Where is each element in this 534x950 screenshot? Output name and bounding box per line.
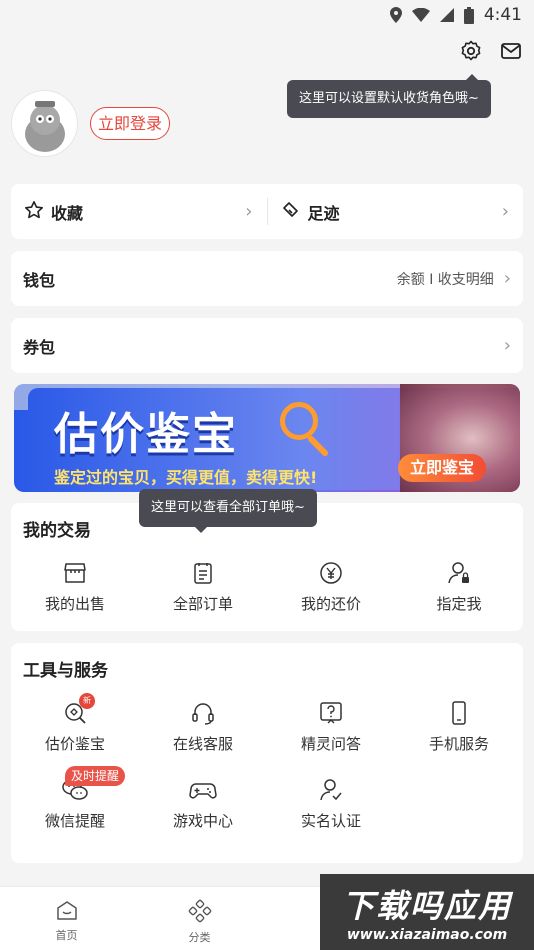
wallet-row[interactable]: 钱包 余额 I 收支明细 ›: [11, 251, 523, 306]
login-button[interactable]: 立即登录: [90, 107, 171, 140]
banner-cta-button[interactable]: 立即鉴宝: [398, 454, 487, 482]
tool-item-phone[interactable]: 手机服务: [395, 699, 523, 754]
section-title: 工具与服务: [23, 661, 108, 681]
category-icon: [188, 899, 212, 926]
quick-links-card: 收藏 › 足迹 ›: [11, 184, 523, 239]
home-icon: [55, 899, 79, 924]
gamepad-icon: [189, 776, 217, 804]
trade-item-counteroffer[interactable]: 我的还价: [267, 559, 395, 614]
footprint-entry[interactable]: 足迹 ›: [268, 184, 524, 239]
chevron-right-icon: ›: [245, 201, 253, 222]
trade-item-label: 我的还价: [300, 595, 361, 613]
wallet-title: 钱包: [23, 270, 56, 290]
orders-tooltip: 这里可以查看全部订单哦~: [139, 489, 317, 533]
trade-item-label: 全部订单: [172, 595, 233, 613]
tab-label: 首页: [55, 929, 78, 942]
star-icon: [24, 200, 44, 224]
tool-item-label: 微信提醒: [44, 812, 105, 830]
chevron-right-icon: ›: [501, 201, 509, 222]
reminder-tag: 及时提醒: [65, 766, 126, 786]
favorites-entry[interactable]: 收藏 ›: [11, 184, 267, 239]
tool-item-verify[interactable]: 实名认证: [267, 776, 395, 831]
watermark-title: 下载吗应用: [341, 887, 512, 925]
tool-item-appraise[interactable]: 新 估价鉴宝: [11, 693, 139, 754]
mail-icon[interactable]: [500, 40, 522, 62]
tab-home[interactable]: 首页: [0, 887, 133, 950]
footprint-icon: [281, 200, 301, 224]
trade-item-designated[interactable]: 指定我: [395, 559, 523, 614]
appraise-banner[interactable]: 估价鉴宝 鉴定过的宝贝，买得更值，卖得更快! 立即鉴宝: [14, 384, 520, 492]
top-actions: [460, 40, 522, 62]
chevron-right-icon: ›: [503, 268, 511, 289]
tool-item-wechat[interactable]: 及时提醒 微信提醒: [11, 766, 139, 831]
tool-item-support[interactable]: 在线客服: [139, 699, 267, 754]
wallet-detail: 余额 I 收支明细: [396, 271, 494, 288]
banner-title: 估价鉴宝: [54, 409, 238, 460]
user-lock-icon: [445, 559, 473, 587]
tool-item-qa[interactable]: 精灵问答: [267, 699, 395, 754]
watermark-url: www.xiazaimao.com: [346, 927, 508, 943]
site-watermark: 下载吗应用 www.xiazaimao.com: [320, 874, 534, 950]
yen-coin-icon: [317, 559, 345, 587]
tool-item-label: 手机服务: [428, 735, 489, 753]
settings-gear-icon[interactable]: [460, 40, 482, 62]
question-icon: [317, 699, 345, 727]
banner-subtitle: 鉴定过的宝贝，买得更值，卖得更快!: [54, 468, 318, 487]
tools-services-section: 工具与服务 新 估价鉴宝 在线客服 精灵问答 手机服务 及时提醒 微信提醒 游戏…: [11, 643, 523, 863]
status-bar: 4:41: [0, 0, 534, 30]
wifi-icon: [411, 8, 430, 22]
clock-time: 4:41: [483, 5, 522, 25]
phone-icon: [445, 699, 473, 727]
settings-tooltip: 这里可以设置默认收货角色哦~: [287, 74, 491, 118]
coupon-row[interactable]: 券包 ›: [11, 318, 523, 373]
footprint-label: 足迹: [307, 203, 340, 223]
location-icon: [389, 7, 402, 23]
tool-item-label: 在线客服: [172, 735, 233, 753]
verify-user-icon: [317, 776, 345, 804]
trade-item-selling[interactable]: 我的出售: [11, 559, 139, 614]
battery-icon: [463, 6, 474, 24]
signal-icon: [439, 8, 454, 22]
headset-icon: [189, 699, 217, 727]
trade-item-label: 指定我: [436, 595, 482, 613]
tool-item-label: 游戏中心: [172, 812, 233, 830]
tab-category[interactable]: 分类: [133, 887, 266, 950]
tool-item-games[interactable]: 游戏中心: [139, 776, 267, 831]
tool-item-label: 实名认证: [300, 812, 361, 830]
trade-item-all-orders[interactable]: 全部订单: [139, 559, 267, 614]
trade-item-label: 我的出售: [44, 595, 105, 613]
avatar[interactable]: [11, 90, 78, 157]
profile-header: 立即登录: [11, 90, 171, 157]
magnifier-icon: [280, 402, 318, 440]
tool-item-label: 估价鉴宝: [44, 735, 105, 753]
favorites-label: 收藏: [51, 203, 84, 223]
tab-label: 分类: [188, 931, 211, 944]
order-list-icon: [189, 559, 217, 587]
coupon-title: 券包: [23, 337, 56, 357]
default-avatar-icon: [24, 100, 65, 152]
new-badge: 新: [79, 693, 95, 709]
tool-item-label: 精灵问答: [300, 735, 361, 753]
store-icon: [61, 559, 89, 587]
chevron-right-icon: ›: [503, 335, 511, 356]
